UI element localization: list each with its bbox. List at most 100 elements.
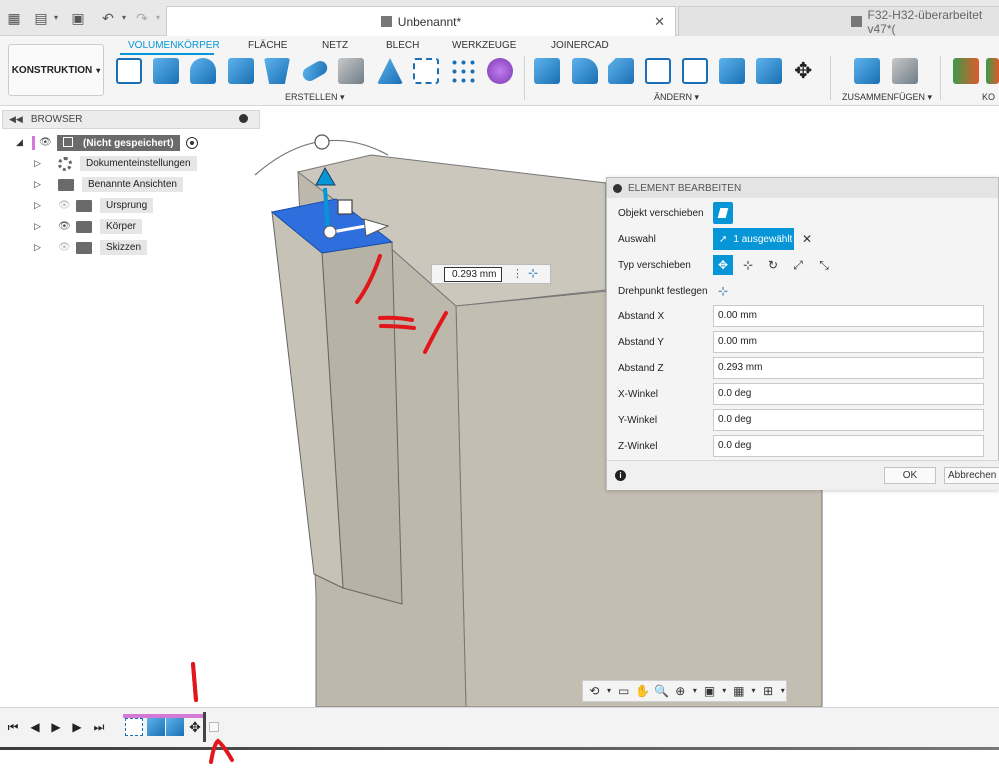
group-ko[interactable]: KO: [982, 92, 995, 102]
mirror-icon[interactable]: [377, 58, 403, 84]
chevron-down-icon[interactable]: ▾: [721, 683, 728, 699]
move-copy-icon[interactable]: ✥: [794, 58, 812, 84]
chevron-down-icon[interactable]: ▾: [692, 683, 699, 699]
move-object-body-button[interactable]: [713, 202, 733, 224]
expand-arrow-icon[interactable]: ▷: [34, 158, 44, 169]
press-pull-icon[interactable]: [534, 58, 560, 84]
loft-icon[interactable]: [264, 58, 290, 84]
dist-x-input[interactable]: 0.00 mm: [713, 305, 984, 327]
expand-arrow-icon[interactable]: ▷: [34, 242, 44, 253]
tab-flaeche[interactable]: FLÄCHE: [248, 40, 287, 51]
pan-hand-icon[interactable]: ✋: [635, 683, 650, 699]
go-to-end-icon[interactable]: ⏭: [92, 720, 106, 734]
file-menu-chevron-icon[interactable]: ▾: [48, 10, 64, 26]
visibility-eye-icon[interactable]: 👁: [39, 137, 53, 148]
orbit-icon[interactable]: ⟲: [587, 683, 602, 699]
grid-icon[interactable]: ▦: [731, 683, 746, 699]
expand-arrow-icon[interactable]: ◢: [16, 137, 26, 148]
expand-arrow-icon[interactable]: ▷: [34, 179, 44, 190]
collapse-icon[interactable]: [613, 183, 622, 193]
create-sketch-icon[interactable]: [116, 58, 142, 84]
timeline-sketch-icon[interactable]: [125, 718, 143, 736]
visibility-eye-hidden-icon[interactable]: 👁: [58, 200, 72, 211]
tab-joinercad[interactable]: JOINERCAD: [551, 40, 609, 51]
create-form-icon[interactable]: [487, 58, 513, 84]
point-to-position-icon[interactable]: ⤡: [814, 255, 834, 275]
undo-icon[interactable]: ↶: [100, 10, 116, 26]
clear-selection-icon[interactable]: ✕: [802, 232, 812, 246]
rotate-icon[interactable]: ↻: [763, 255, 783, 275]
combine-icon[interactable]: [719, 58, 745, 84]
chevron-down-icon[interactable]: ▾: [780, 683, 787, 699]
group-zusammenfuegen[interactable]: ZUSAMMENFÜGEN ▾: [842, 92, 932, 103]
ok-button[interactable]: OK: [884, 467, 936, 484]
go-to-start-icon[interactable]: ⏮: [6, 720, 20, 734]
step-back-icon[interactable]: ◀: [28, 720, 42, 734]
angle-x-input[interactable]: 0.0 deg: [713, 383, 984, 405]
tree-item-dokumenteinstellungen[interactable]: ▷ Dokumenteinstellungen: [2, 153, 260, 174]
info-icon[interactable]: i: [615, 470, 626, 481]
expand-arrow-icon[interactable]: ▷: [34, 200, 44, 211]
visibility-eye-hidden-icon[interactable]: 👁: [58, 242, 72, 253]
dist-z-input[interactable]: 0.293 mm: [713, 357, 984, 379]
extrude-icon[interactable]: [153, 58, 179, 84]
timeline-extrude-icon[interactable]: [166, 718, 184, 736]
hole-icon[interactable]: [338, 58, 364, 84]
timeline-move-icon[interactable]: ✥: [186, 718, 204, 736]
distance-input[interactable]: 0.293 mm: [444, 267, 502, 282]
tree-item-skizzen[interactable]: ▷ 👁 Skizzen: [2, 237, 260, 258]
expand-arrow-icon[interactable]: ▷: [34, 221, 44, 232]
split-body-icon[interactable]: [756, 58, 782, 84]
play-icon[interactable]: ▶: [49, 720, 63, 734]
viewports-icon[interactable]: ⊞: [761, 683, 776, 699]
close-tab-icon[interactable]: ✕: [654, 14, 665, 30]
angle-y-input[interactable]: 0.0 deg: [713, 409, 984, 431]
new-component-icon[interactable]: [854, 58, 880, 84]
tab-werkzeuge[interactable]: WERKZEUGE: [452, 40, 516, 51]
zoom-icon[interactable]: 🔍: [654, 683, 669, 699]
free-move-icon[interactable]: ✥: [713, 255, 733, 275]
tab-volumenkoerper[interactable]: VOLUMENKÖRPER: [128, 40, 220, 51]
visibility-eye-icon[interactable]: 👁: [58, 221, 72, 232]
dist-y-input[interactable]: 0.00 mm: [713, 331, 984, 353]
selection-button[interactable]: ➚ 1 ausgewählt: [713, 228, 794, 250]
angle-z-input[interactable]: 0.0 deg: [713, 435, 984, 457]
axis-triad-icon[interactable]: ⊹: [528, 266, 538, 280]
browser-header[interactable]: ◀◀ BROWSER: [2, 110, 260, 129]
minimize-icon[interactable]: [239, 114, 248, 123]
fillet-icon[interactable]: [572, 58, 598, 84]
file-icon[interactable]: ▤: [33, 10, 49, 26]
workspace-selector[interactable]: KONSTRUKTION ▾: [8, 44, 104, 96]
save-icon[interactable]: ▣: [70, 10, 86, 26]
tree-root[interactable]: ◢ 👁 (Nicht gespeichert): [2, 132, 260, 153]
construct-icon[interactable]: [986, 58, 999, 84]
tab-unbenannt[interactable]: Unbenannt* ✕: [166, 6, 676, 36]
fit-zoom-icon[interactable]: ⊕: [673, 683, 688, 699]
tree-item-koerper[interactable]: ▷ 👁 Körper: [2, 216, 260, 237]
group-aendern[interactable]: ÄNDERN ▾: [654, 92, 699, 103]
point-to-point-icon[interactable]: ⤢: [788, 255, 808, 275]
draft-icon[interactable]: [682, 58, 708, 84]
activate-radio-icon[interactable]: [185, 136, 198, 149]
group-erstellen[interactable]: ERSTELLEN ▾: [285, 92, 345, 103]
timeline-marker[interactable]: [203, 712, 206, 742]
sweep-icon[interactable]: [228, 58, 254, 84]
step-forward-icon[interactable]: ▶: [70, 720, 84, 734]
timeline-extrude-icon[interactable]: [147, 718, 165, 736]
display-settings-icon[interactable]: ▣: [702, 683, 717, 699]
undo-chevron-icon[interactable]: ▾: [116, 10, 132, 26]
revolve-icon[interactable]: [190, 58, 216, 84]
dialog-header[interactable]: ELEMENT BEARBEITEN: [607, 178, 998, 198]
tab-blech[interactable]: BLECH: [386, 40, 419, 51]
pattern-icon[interactable]: [450, 58, 476, 84]
more-options-icon[interactable]: ⋮: [512, 267, 523, 280]
chamfer-icon[interactable]: [608, 58, 634, 84]
construct-plane-icon[interactable]: [953, 58, 979, 84]
app-grid-icon[interactable]: ▦: [6, 10, 22, 26]
box-select-icon[interactable]: [413, 58, 439, 84]
tree-item-ursprung[interactable]: ▷ 👁 Ursprung: [2, 195, 260, 216]
collapse-left-icon[interactable]: ◀◀: [9, 114, 23, 125]
cancel-button[interactable]: Abbrechen: [944, 467, 999, 484]
tab-netz[interactable]: NETZ: [322, 40, 348, 51]
redo-chevron-icon[interactable]: ▾: [150, 10, 166, 26]
